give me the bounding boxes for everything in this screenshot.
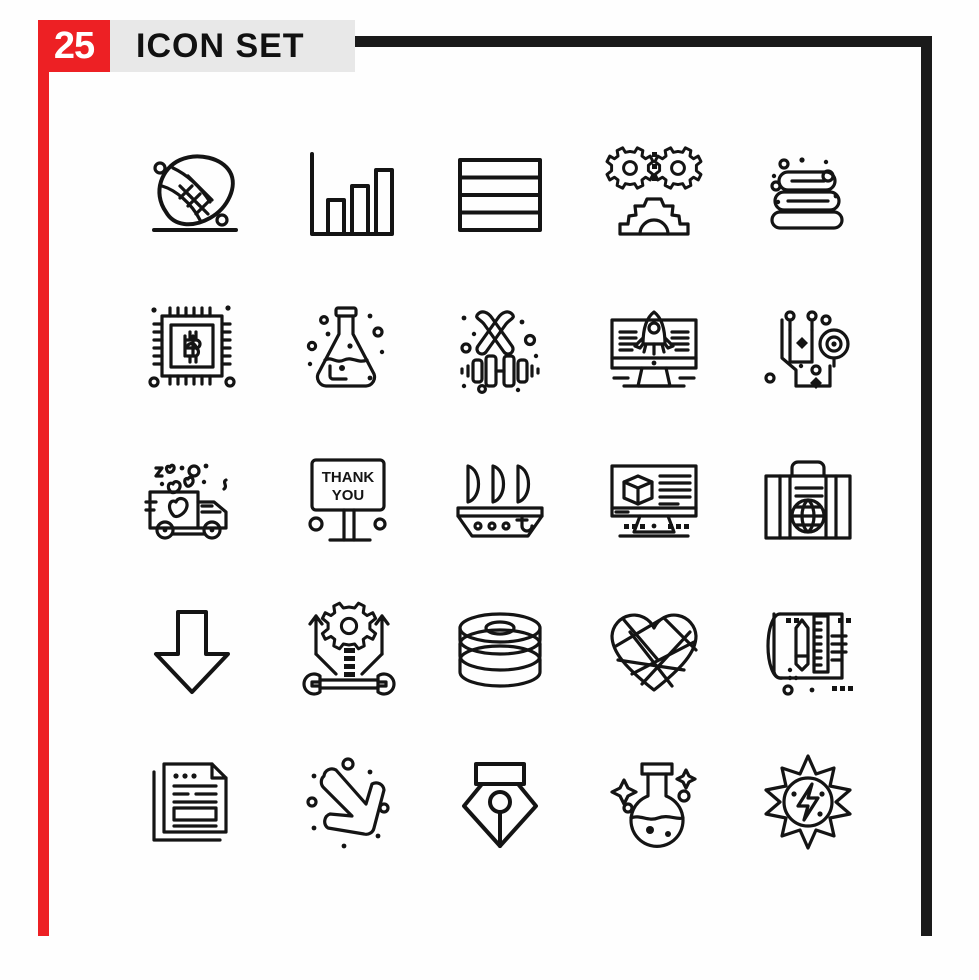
icon-set-page: 25 ICON SET THANK YOU xyxy=(0,0,979,980)
icon-cell-gears-settings[interactable] xyxy=(577,118,731,270)
icon-cell-rows-layout[interactable] xyxy=(423,118,577,270)
stacked-books-icon xyxy=(770,157,844,230)
sports-equipment-icon xyxy=(460,310,540,394)
american-football-icon xyxy=(152,154,238,232)
thank-you-billboard-icon: THANK YOU xyxy=(308,458,387,542)
pen-nib-icon xyxy=(462,762,538,848)
solar-energy-icon xyxy=(764,754,852,850)
rocket-monitor-icon xyxy=(610,310,698,388)
icon-cell-love-delivery-truck[interactable] xyxy=(115,422,269,574)
bar-chart-icon xyxy=(310,152,394,236)
icon-cell-bitcoin-chip[interactable] xyxy=(115,270,269,422)
gears-settings-icon xyxy=(605,146,703,236)
page-title: ICON SET xyxy=(136,26,305,65)
documents-article-icon xyxy=(152,762,228,842)
icon-cell-down-right-arrow[interactable] xyxy=(269,726,423,878)
geometric-heart-icon xyxy=(610,613,698,692)
download-arrow-icon xyxy=(154,610,230,694)
bitcoin-chip-icon xyxy=(148,305,236,388)
icon-cell-geometric-heart[interactable] xyxy=(577,574,731,726)
erlenmeyer-flask-icon xyxy=(306,306,385,388)
icon-cell-documents-article[interactable] xyxy=(115,726,269,878)
icon-cell-round-lab-flask[interactable] xyxy=(577,726,731,878)
sailing-ship-icon xyxy=(456,464,544,538)
icon-cell-american-football[interactable] xyxy=(115,118,269,270)
icon-cell-bar-chart[interactable] xyxy=(269,118,423,270)
gear-wrench-tech-icon xyxy=(302,601,396,696)
icon-cell-download-arrow[interactable] xyxy=(115,574,269,726)
icon-cell-circuit-board[interactable] xyxy=(731,270,885,422)
rows-layout-icon xyxy=(458,158,542,232)
icon-cell-sailing-ship[interactable] xyxy=(423,422,577,574)
icon-cell-product-monitor[interactable] xyxy=(577,422,731,574)
icon-cell-travel-suitcase-globe[interactable] xyxy=(731,422,885,574)
database-stack-icon xyxy=(458,612,542,688)
love-delivery-truck-icon xyxy=(144,463,228,540)
product-monitor-icon xyxy=(610,464,698,538)
icon-grid: THANK YOU xyxy=(115,118,885,878)
left-red-rule xyxy=(38,20,49,936)
billboard-line-1: THANK xyxy=(322,469,375,486)
icon-cell-database-stack[interactable] xyxy=(423,574,577,726)
icon-cell-erlenmeyer-flask[interactable] xyxy=(269,270,423,422)
icon-cell-stacked-books[interactable] xyxy=(731,118,885,270)
blueprint-tools-icon xyxy=(766,612,853,696)
icon-cell-blueprint-tools[interactable] xyxy=(731,574,885,726)
icon-cell-thank-you-billboard[interactable]: THANK YOU xyxy=(269,422,423,574)
icon-count-badge: 25 xyxy=(38,20,110,72)
right-black-rule xyxy=(921,36,932,936)
circuit-board-icon xyxy=(764,310,850,389)
billboard-line-2: YOU xyxy=(332,487,365,504)
icon-cell-pen-nib[interactable] xyxy=(423,726,577,878)
top-black-rule xyxy=(355,36,932,47)
icon-cell-rocket-monitor[interactable] xyxy=(577,270,731,422)
icon-cell-sports-equipment[interactable] xyxy=(423,270,577,422)
travel-suitcase-globe-icon xyxy=(764,460,852,540)
icon-cell-gear-wrench-tech[interactable] xyxy=(269,574,423,726)
round-lab-flask-icon xyxy=(610,762,697,848)
down-right-arrow-icon xyxy=(306,757,390,849)
icon-cell-solar-energy[interactable] xyxy=(731,726,885,878)
